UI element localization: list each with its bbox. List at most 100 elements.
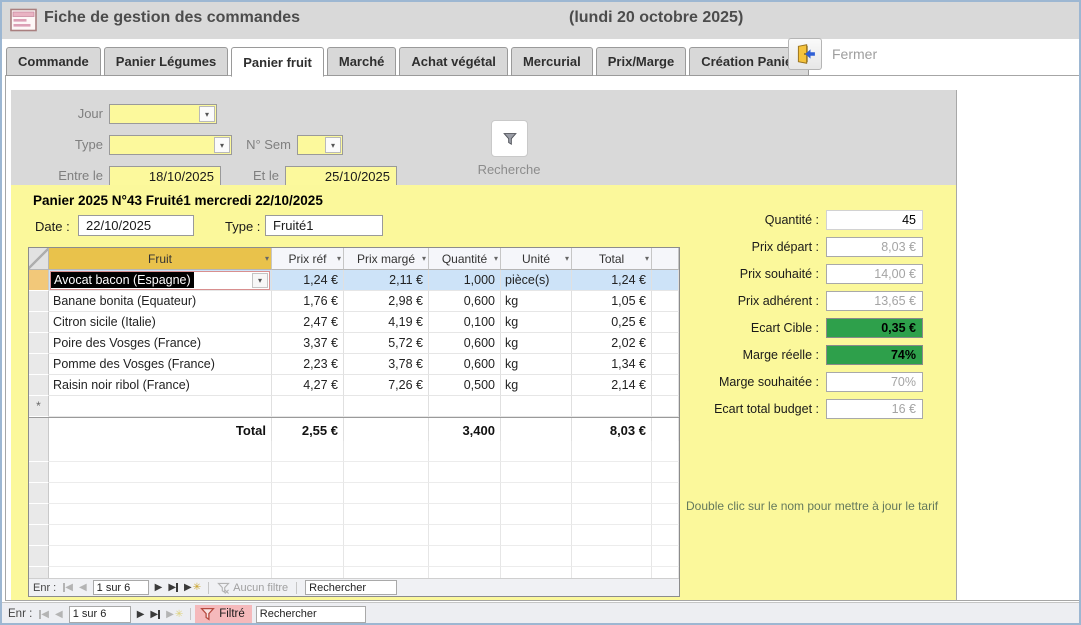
chevron-down-icon[interactable]: ▾ — [214, 137, 230, 153]
prix-marge-cell[interactable]: 4,19 € — [344, 312, 429, 333]
next-record-button[interactable]: ▶ — [152, 582, 166, 593]
tab-marche[interactable]: Marché — [327, 47, 397, 76]
fruit-cell[interactable] — [49, 396, 272, 417]
fruit-cell[interactable]: Citron sicile (Italie) — [49, 312, 272, 333]
table-row: Raisin noir ribol (France) 4,27 € 7,26 €… — [29, 375, 679, 396]
last-record-button[interactable]: ▶ — [165, 582, 181, 593]
unite-cell[interactable]: kg — [501, 291, 572, 312]
row-selector[interactable] — [29, 333, 49, 354]
first-record-button[interactable]: ◀ — [36, 609, 52, 620]
column-header-unite[interactable]: Unité▾ — [501, 248, 572, 270]
column-header-quantite[interactable]: Quantité▾ — [429, 248, 501, 270]
quantite-cell[interactable]: 0,600 — [429, 354, 501, 375]
quantite-label: Quantité : — [589, 210, 819, 230]
filter-arrow-icon[interactable]: ▾ — [422, 254, 426, 263]
chevron-down-icon[interactable]: ▾ — [325, 137, 341, 153]
unite-cell[interactable]: kg — [501, 375, 572, 396]
previous-record-button[interactable]: ◀ — [76, 582, 90, 593]
row-selector[interactable] — [29, 270, 49, 291]
prix-ref-cell[interactable]: 1,76 € — [272, 291, 344, 312]
column-header-prix-marge[interactable]: Prix margé▾ — [344, 248, 429, 270]
filter-arrow-icon[interactable]: ▾ — [494, 254, 498, 263]
quantite-field[interactable]: 45 — [826, 210, 923, 230]
select-all-corner[interactable] — [29, 248, 49, 270]
recherche-button[interactable] — [491, 120, 528, 157]
type-combobox[interactable]: ▾ — [109, 135, 232, 155]
row-selector[interactable] — [29, 312, 49, 333]
fruit-cell[interactable]: Raisin noir ribol (France) — [49, 375, 272, 396]
quantite-cell[interactable]: 0,100 — [429, 312, 501, 333]
prix-ref-cell[interactable]: 4,27 € — [272, 375, 344, 396]
table-row: Avocat bacon (Espagne) ▾ 1,24 € 2,11 € 1… — [29, 270, 679, 291]
quantite-cell[interactable]: 1,000 — [429, 270, 501, 291]
tab-panier-legumes[interactable]: Panier Légumes — [104, 47, 228, 76]
chevron-down-icon[interactable]: ▾ — [199, 106, 215, 122]
row-selector[interactable] — [29, 375, 49, 396]
quantite-cell[interactable]: 0,600 — [429, 333, 501, 354]
entre-le-input[interactable] — [109, 166, 221, 186]
first-record-button[interactable]: ◀ — [60, 582, 76, 593]
new-record-selector[interactable]: * — [29, 396, 49, 417]
unite-cell[interactable]: pièce(s) — [501, 270, 572, 291]
quantite-cell[interactable]: 0,500 — [429, 375, 501, 396]
new-record-button[interactable]: ▶✳ — [181, 582, 204, 593]
filtered-indicator[interactable]: Filtré — [195, 605, 252, 624]
record-label: Enr : — [8, 608, 32, 620]
prix-souhaite-field: 14,00 € — [826, 264, 923, 284]
empty-grid-area — [29, 441, 679, 580]
prix-ref-cell[interactable]: 1,24 € — [272, 270, 344, 291]
row-selector[interactable] — [29, 291, 49, 312]
quantite-cell[interactable]: 0,600 — [429, 291, 501, 312]
column-header-prix-ref[interactable]: Prix réf▾ — [272, 248, 344, 270]
unite-cell[interactable]: kg — [501, 354, 572, 375]
prix-souhaite-label: Prix souhaité : — [589, 264, 819, 284]
record-position-box[interactable] — [69, 606, 131, 623]
et-le-input[interactable] — [285, 166, 397, 186]
next-record-button[interactable]: ▶ — [134, 609, 148, 620]
prix-ref-cell[interactable]: 2,47 € — [272, 312, 344, 333]
fruit-cell[interactable]: Pomme des Vosges (France) — [49, 354, 272, 375]
row-selector[interactable] — [29, 354, 49, 375]
filter-arrow-icon[interactable]: ▾ — [265, 254, 269, 263]
last-record-button[interactable]: ▶ — [147, 609, 163, 620]
record-position-box[interactable] — [93, 580, 149, 595]
prix-ref-cell[interactable]: 3,37 € — [272, 333, 344, 354]
fruit-cell[interactable]: Avocat bacon (Espagne) ▾ — [49, 270, 272, 291]
date-input[interactable] — [78, 215, 194, 236]
prix-marge-cell[interactable]: 2,11 € — [344, 270, 429, 291]
totals-label: Total — [49, 418, 272, 442]
table-row: Citron sicile (Italie) 2,47 € 4,19 € 0,1… — [29, 312, 679, 333]
unite-cell[interactable]: kg — [501, 333, 572, 354]
new-record-button[interactable]: ▶✳ — [163, 609, 186, 620]
new-record-row: * — [29, 396, 679, 417]
no-filter-icon — [217, 582, 230, 594]
previous-record-button[interactable]: ◀ — [52, 609, 66, 620]
unite-cell[interactable]: kg — [501, 312, 572, 333]
fruit-combobox[interactable]: Avocat bacon (Espagne) ▾ — [50, 271, 270, 290]
tab-panier-fruit[interactable]: Panier fruit — [231, 47, 324, 77]
filter-arrow-icon[interactable]: ▾ — [565, 254, 569, 263]
prix-marge-cell[interactable]: 7,26 € — [344, 375, 429, 396]
filter-arrow-icon[interactable]: ▾ — [337, 254, 341, 263]
record-search-input[interactable] — [256, 606, 366, 623]
prix-marge-cell[interactable]: 2,98 € — [344, 291, 429, 312]
fruit-datasheet: Fruit▾ Prix réf▾ Prix margé▾ Quantité▾ U… — [28, 247, 680, 597]
close-button[interactable] — [788, 38, 822, 70]
chevron-down-icon[interactable]: ▾ — [252, 273, 268, 288]
tab-mercurial[interactable]: Mercurial — [511, 47, 593, 76]
prix-marge-cell[interactable]: 3,78 € — [344, 354, 429, 375]
record-search-input[interactable] — [305, 580, 397, 595]
no-filter-indicator[interactable]: Aucun filtre — [213, 582, 292, 594]
tab-commande[interactable]: Commande — [6, 47, 101, 76]
basket-type-input[interactable] — [265, 215, 383, 236]
prix-ref-cell[interactable]: 2,23 € — [272, 354, 344, 375]
fruit-cell[interactable]: Poire des Vosges (France) — [49, 333, 272, 354]
prix-marge-cell[interactable]: 5,72 € — [344, 333, 429, 354]
nsem-combobox[interactable]: ▾ — [297, 135, 343, 155]
column-header-fruit[interactable]: Fruit▾ — [49, 248, 272, 270]
jour-combobox[interactable]: ▾ — [109, 104, 217, 124]
tab-achat-vegetal[interactable]: Achat végétal — [399, 47, 508, 76]
tab-prix-marge[interactable]: Prix/Marge — [596, 47, 686, 76]
fruit-cell[interactable]: Banane bonita (Equateur) — [49, 291, 272, 312]
prix-adherent-field: 13,65 € — [826, 291, 923, 311]
